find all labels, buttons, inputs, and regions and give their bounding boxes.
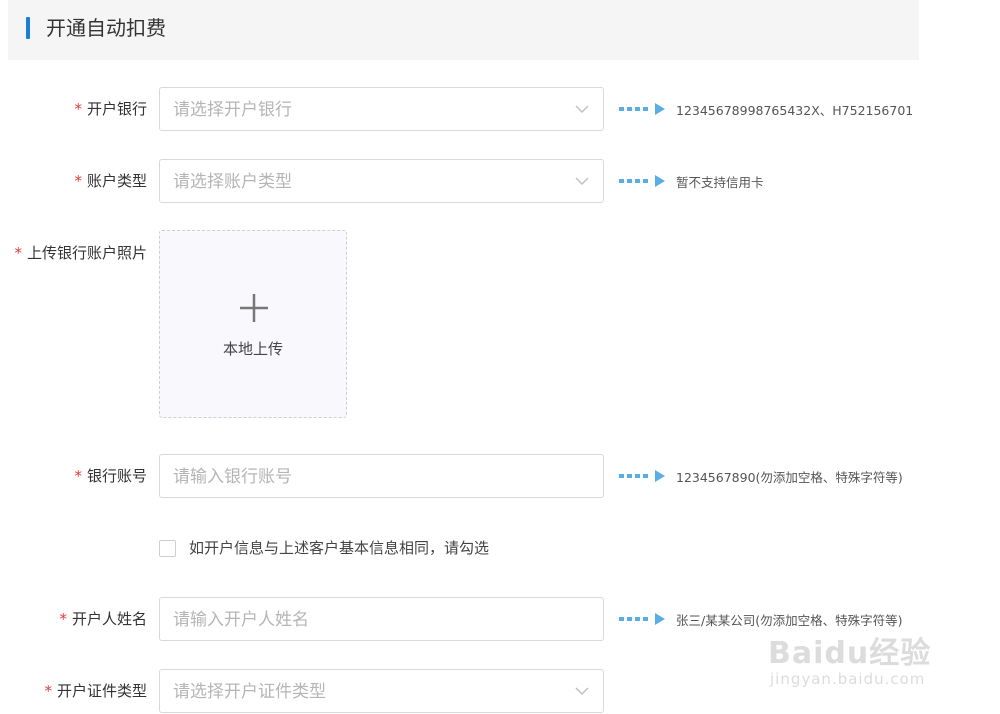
holder-name-label: * 开户人姓名: [59, 609, 147, 629]
holder-name-placeholder: 请输入开户人姓名: [173, 610, 309, 630]
bank-hint: 12345678998765432X、H752156701: [619, 99, 913, 119]
account-number-hint-text: 1234567890(勿添加空格、特殊字符等): [676, 469, 903, 485]
bank-label-text: 开户银行: [86, 100, 147, 118]
account-type-hint-text: 暂不支持信用卡: [676, 174, 764, 190]
bank-select[interactable]: 请选择开户银行: [159, 87, 604, 131]
account-type-label-text: 账户类型: [86, 172, 147, 190]
account-type-label: * 账户类型: [74, 171, 147, 191]
bank-select-placeholder: 请选择开户银行: [173, 100, 292, 120]
holder-name-hint-text: 张三/某某公司(勿添加空格、特殊字符等): [676, 612, 903, 628]
holder-name-input[interactable]: 请输入开户人姓名: [159, 597, 604, 641]
chevron-down-icon: [575, 177, 589, 186]
account-number-label-text: 银行账号: [86, 467, 147, 485]
account-type-hint: 暂不支持信用卡: [619, 171, 764, 191]
dotted-arrow-icon: [619, 470, 665, 482]
required-mark: *: [74, 100, 82, 118]
upload-photo-label-text: 上传银行账户照片: [26, 244, 147, 262]
account-number-placeholder: 请输入银行账号: [173, 467, 292, 487]
account-type-select-placeholder: 请选择账户类型: [173, 172, 292, 192]
account-number-hint: 1234567890(勿添加空格、特殊字符等): [619, 466, 903, 486]
bank-hint-text: 12345678998765432X、H752156701: [676, 102, 914, 118]
baidu-watermark-url: jingyan.baidu.com: [770, 670, 926, 688]
required-mark: *: [74, 467, 82, 485]
account-type-select[interactable]: 请选择账户类型: [159, 159, 604, 203]
same-info-checkbox-label[interactable]: 如开户信息与上述客户基本信息相同，请勾选: [189, 538, 489, 558]
upload-button-text: 本地上传: [222, 340, 283, 358]
required-mark: *: [74, 172, 82, 190]
required-mark: *: [44, 682, 52, 700]
chevron-down-icon: [575, 105, 589, 114]
id-type-label: * 开户证件类型: [44, 681, 147, 701]
upload-photo-label: * 上传银行账户照片: [14, 243, 147, 263]
plus-icon: [240, 294, 268, 322]
section-title: 开通自动扣费: [46, 16, 166, 40]
chevron-down-icon: [575, 687, 589, 696]
section-accent-bar: [26, 17, 30, 39]
holder-name-hint: 张三/某某公司(勿添加空格、特殊字符等): [619, 609, 902, 629]
dotted-arrow-icon: [619, 175, 665, 187]
dotted-arrow-icon: [619, 103, 665, 115]
required-mark: *: [14, 244, 22, 262]
bank-label: * 开户银行: [74, 99, 147, 119]
holder-name-label-text: 开户人姓名: [71, 610, 147, 628]
required-mark: *: [59, 610, 67, 628]
baidu-watermark: Baidu经验: [768, 636, 932, 671]
dotted-arrow-icon: [619, 613, 665, 625]
id-type-select-placeholder: 请选择开户证件类型: [173, 682, 326, 702]
account-number-label: * 银行账号: [74, 466, 147, 486]
id-type-select[interactable]: 请选择开户证件类型: [159, 669, 604, 713]
same-info-checkbox[interactable]: [159, 540, 176, 557]
id-type-label-text: 开户证件类型: [56, 682, 147, 700]
account-number-input[interactable]: 请输入银行账号: [159, 454, 604, 498]
upload-photo-area[interactable]: 本地上传: [159, 230, 347, 418]
